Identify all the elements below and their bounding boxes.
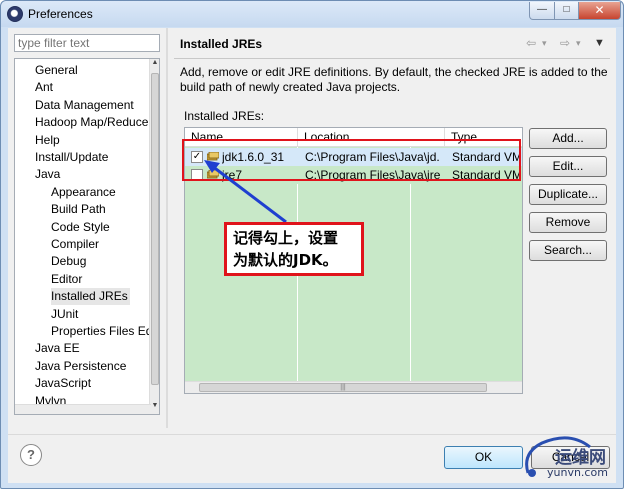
tree-item[interactable]: Code Style — [51, 219, 112, 236]
search-button[interactable]: Search... — [529, 240, 607, 261]
duplicate-button[interactable]: Duplicate... — [529, 184, 607, 205]
page-description: Add, remove or edit JRE definitions. By … — [180, 65, 608, 94]
tree-item[interactable]: JavaScript — [35, 375, 93, 392]
scroll-up-icon[interactable]: ▲ — [150, 59, 159, 71]
scroll-down-icon[interactable]: ▼ — [150, 402, 159, 414]
annotation-highlight-box — [182, 139, 521, 181]
installed-jres-label: Installed JREs: — [184, 109, 265, 123]
tree-item[interactable]: Editor — [51, 271, 84, 288]
tree-scroll-thumb[interactable] — [151, 73, 159, 385]
annotation-callout: 记得勾上，设置 为默认的JDK。 — [224, 222, 364, 276]
watermark-url: yunvn.com — [547, 466, 608, 479]
tree-item[interactable]: Installed JREs — [51, 288, 130, 306]
edit-button[interactable]: Edit... — [529, 156, 607, 177]
forward-dropdown-icon[interactable]: ▾ — [576, 38, 581, 49]
forward-arrow-icon[interactable]: ⇨ — [560, 36, 570, 50]
tree-horizontal-scrollbar[interactable] — [15, 404, 151, 414]
tree-item[interactable]: Hadoop Map/Reduce — [35, 114, 150, 131]
tree-item[interactable]: Java Persistence — [35, 358, 128, 375]
help-icon[interactable]: ? — [20, 444, 42, 466]
tree-item[interactable]: Java — [35, 166, 62, 183]
tree-item[interactable]: Properties Files Ed — [51, 323, 154, 340]
eclipse-icon — [7, 6, 23, 22]
filter-input[interactable] — [14, 34, 160, 52]
watermark-text: 运维网 — [555, 448, 606, 468]
close-button[interactable]: ✕ — [578, 2, 621, 20]
table-horizontal-scrollbar[interactable]: ||| — [185, 381, 522, 393]
tree-item[interactable]: Compiler — [51, 236, 101, 253]
add-button[interactable]: Add... — [529, 128, 607, 149]
table-scroll-thumb[interactable]: ||| — [199, 383, 487, 392]
tree-item[interactable]: Appearance — [51, 184, 118, 201]
tree-item[interactable]: JUnit — [51, 306, 80, 323]
tree-item[interactable]: Data Management — [35, 97, 136, 114]
title-separator — [174, 58, 610, 59]
tree-item[interactable]: Install/Update — [35, 149, 110, 166]
tree-item[interactable]: Help — [35, 132, 62, 149]
page-title: Installed JREs — [180, 37, 263, 51]
preference-tree[interactable]: General Ant Data Management Hadoop Map/Redu… — [14, 58, 160, 415]
ok-button[interactable]: OK — [444, 446, 523, 469]
back-dropdown-icon[interactable]: ▾ — [542, 38, 547, 49]
maximize-button[interactable]: □ — [554, 2, 579, 20]
tree-item[interactable]: General — [35, 62, 80, 79]
tree-item[interactable]: Debug — [51, 253, 88, 270]
pane-splitter[interactable] — [166, 28, 168, 428]
tree-vertical-scrollbar[interactable]: ▲ ▼ — [149, 59, 159, 414]
view-menu-icon[interactable]: ▼ — [594, 37, 605, 49]
remove-button[interactable]: Remove — [529, 212, 607, 233]
tree-item[interactable]: Build Path — [51, 201, 108, 218]
callout-line-1: 记得勾上，设置 — [233, 229, 339, 247]
callout-line-2: 为默认的JDK。 — [233, 251, 338, 269]
back-arrow-icon[interactable]: ⇦ — [526, 36, 536, 50]
window-title: Preferences — [28, 7, 93, 21]
page-navigation: ⇦ ▾ ⇨ ▾ ▼ — [526, 36, 608, 50]
tree-item[interactable]: Java EE — [35, 340, 82, 357]
minimize-button[interactable]: — — [529, 2, 555, 20]
title-bar[interactable]: Preferences — □ ✕ — [1, 1, 623, 27]
tree-item[interactable]: Ant — [35, 79, 55, 96]
